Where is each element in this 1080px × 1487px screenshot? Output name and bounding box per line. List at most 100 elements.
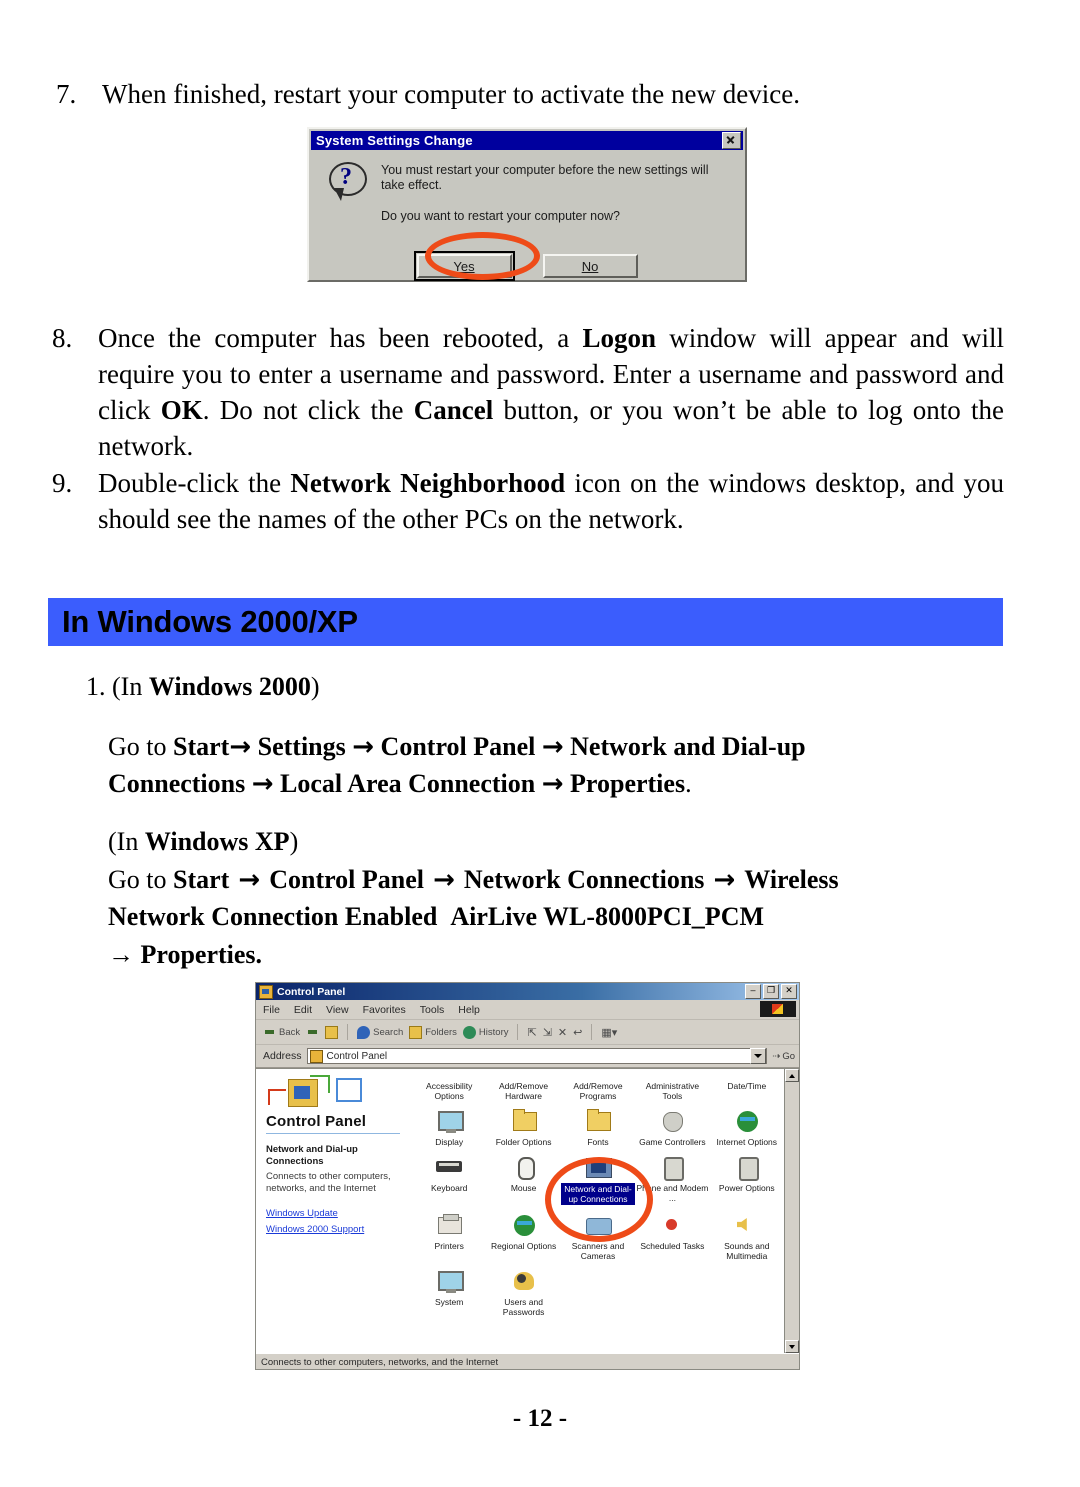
scroll-up-button[interactable]	[785, 1069, 799, 1082]
control-panel-item-label: Phone and Modem ...	[636, 1183, 709, 1203]
control-panel-item[interactable]: Scheduled Tasks	[635, 1207, 709, 1261]
game-controllers-icon	[657, 1107, 687, 1135]
control-panel-item[interactable]: Mouse	[486, 1149, 560, 1205]
control-panel-item[interactable]: Fonts	[561, 1103, 635, 1147]
winxp-path-line-2: Network Connection Enabled AirLive WL-80…	[108, 898, 1003, 935]
control-panel-item-label: Accessibility Options	[426, 1081, 473, 1101]
arrow-icon: →	[541, 769, 564, 799]
arrow-icon: →	[352, 732, 375, 762]
vertical-scrollbar[interactable]	[784, 1069, 799, 1353]
phone-modem-icon	[657, 1153, 687, 1181]
control-panel-item-label: Game Controllers	[639, 1137, 706, 1147]
menu-item-edit[interactable]: Edit	[294, 1004, 312, 1016]
up-folder-icon	[325, 1025, 339, 1039]
control-panel-item-label: Scanners and Cameras	[571, 1241, 625, 1261]
menu-item-tools[interactable]: Tools	[420, 1004, 445, 1016]
control-panel-item[interactable]: Keyboard	[412, 1149, 486, 1205]
xp-control-panel: Control Panel	[269, 865, 425, 894]
toolbar-forward-button[interactable]	[306, 1026, 319, 1039]
menu-item-view[interactable]: View	[326, 1004, 349, 1016]
toolbar-history-label: History	[478, 1026, 509, 1038]
control-panel-item[interactable]: Date/Time	[710, 1069, 784, 1101]
toolbar-separator	[591, 1024, 593, 1040]
close-button[interactable]: ✕	[781, 984, 797, 999]
control-panel-item[interactable]: Power Options	[710, 1149, 784, 1205]
arrow-icon: →	[251, 769, 274, 799]
views-icon: ▦▾	[601, 1026, 618, 1039]
control-panel-item[interactable]: Accessibility Options	[412, 1069, 486, 1101]
control-panel-item[interactable]: Printers	[412, 1207, 486, 1261]
step-8-text: Once the computer has been rebooted, a L…	[98, 320, 1004, 464]
address-input[interactable]: Control Panel	[306, 1048, 768, 1064]
undo-icon: ↩	[573, 1026, 583, 1039]
control-panel-item[interactable]: Internet Options	[710, 1103, 784, 1147]
win2000-item-label: 1. (In Windows 2000)	[86, 668, 986, 705]
win2000-path-line-1: Go to Start→ Settings → Control Panel → …	[108, 728, 1003, 766]
menu-item-file[interactable]: File	[263, 1004, 280, 1016]
toolbar-undo-button[interactable]: ↩	[573, 1026, 582, 1039]
no-button[interactable]: No	[542, 254, 638, 278]
xp-wireless: Wireless	[744, 865, 839, 894]
win2000-prefix: (In	[112, 672, 149, 701]
toolbar-folders-button[interactable]: Folders	[409, 1025, 457, 1039]
control-panel-item-label: Display	[435, 1137, 464, 1147]
go-button[interactable]: ⇢ Go	[772, 1051, 795, 1062]
step-7-number: 7.	[56, 79, 77, 109]
chevron-down-icon[interactable]	[750, 1048, 767, 1064]
scroll-down-button[interactable]	[785, 1340, 799, 1353]
yes-button[interactable]: Yes	[413, 251, 515, 281]
winxp-bold: Windows XP	[144, 827, 290, 856]
control-panel-item[interactable]: Folder Options	[486, 1103, 560, 1147]
control-panel-item-label: Sounds and Multimedia	[724, 1241, 770, 1261]
w2k-network-dialup: Network and Dial-up	[563, 732, 806, 761]
control-panel-item[interactable]: Game Controllers	[635, 1103, 709, 1147]
control-panel-item[interactable]: Network and Dial-up Connections	[560, 1149, 636, 1205]
close-icon[interactable]	[722, 132, 741, 149]
w2k-connections: Connections	[108, 769, 252, 798]
folders-icon	[409, 1025, 423, 1039]
winxp-suffix: )	[289, 827, 299, 856]
toolbar-search-button[interactable]: Search	[357, 1025, 403, 1039]
menu-item-favorites[interactable]: Favorites	[363, 1004, 406, 1016]
toolbar-move-to-button[interactable]: ⇱	[527, 1026, 536, 1039]
toolbar-up-button[interactable]	[325, 1025, 339, 1039]
winxp-path-line-3: → Properties.	[108, 936, 1003, 973]
toolbar-history-button[interactable]: History	[462, 1025, 509, 1039]
dialog-titlebar: System Settings Change	[311, 131, 743, 150]
sidebar-heading: Control Panel	[266, 1113, 367, 1130]
control-panel-item[interactable]: Users and Passwords	[486, 1263, 560, 1317]
control-panel-client-area: Control Panel Network and Dial-up Connec…	[256, 1068, 799, 1353]
maximize-button[interactable]: ❐	[763, 984, 779, 999]
toolbar-copy-to-button[interactable]: ⇲	[543, 1026, 552, 1039]
sidebar-divider	[266, 1133, 400, 1134]
control-panel-item-label: Power Options	[718, 1183, 775, 1193]
control-panel-item[interactable]: Sounds and Multimedia	[710, 1207, 784, 1261]
control-panel-item[interactable]: System	[412, 1263, 486, 1317]
step-9-number: 9.	[52, 468, 73, 498]
xp-properties: → Properties.	[108, 940, 263, 969]
arrow-icon: →	[229, 865, 270, 895]
minimize-button[interactable]: –	[745, 984, 761, 999]
control-panel-item[interactable]: Regional Options	[486, 1207, 560, 1261]
link-windows-update[interactable]: Windows Update	[266, 1208, 400, 1219]
control-panel-item[interactable]: Add/Remove Programs	[561, 1069, 635, 1101]
go-arrow-icon: ⇢	[772, 1050, 781, 1062]
toolbar-separator	[347, 1024, 349, 1040]
menu-item-help[interactable]: Help	[458, 1004, 480, 1016]
move-to-icon: ⇱	[527, 1026, 537, 1039]
control-panel-item[interactable]: Display	[412, 1103, 486, 1147]
control-panel-item[interactable]: Administrative Tools	[635, 1069, 709, 1101]
display-icon	[434, 1107, 465, 1135]
step-8-seg-3: . Do not click the	[202, 395, 414, 425]
toolbar-back-button[interactable]: Back	[263, 1026, 300, 1039]
control-panel-item-label: Date/Time	[727, 1081, 767, 1091]
toolbar-delete-button[interactable]: ✕	[558, 1026, 567, 1039]
control-panel-item[interactable]: Add/Remove Hardware	[486, 1069, 560, 1101]
w2k-settings: Settings	[251, 732, 353, 761]
link-windows-2000-support[interactable]: Windows 2000 Support	[266, 1224, 400, 1235]
xp-go-to: Go to	[108, 865, 173, 894]
toolbar-views-button[interactable]: ▦▾	[601, 1026, 617, 1039]
winxp-prefix: (In	[108, 827, 145, 856]
control-panel-item[interactable]: Phone and Modem ...	[635, 1149, 709, 1205]
control-panel-item[interactable]: Scanners and Cameras	[561, 1207, 635, 1261]
